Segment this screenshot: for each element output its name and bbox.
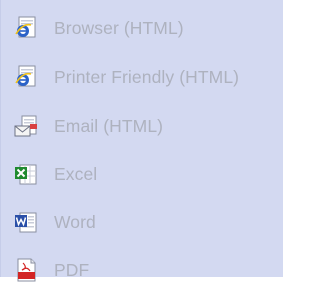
export-email-html-label: Email (HTML) (54, 115, 164, 136)
ie-printer-icon (13, 63, 39, 91)
pdf-icon (13, 256, 39, 284)
export-pdf-label: PDF (54, 259, 90, 280)
export-options-panel: Browser (HTML) Printer Friendly (HTML) E… (0, 0, 283, 282)
email-icon (13, 112, 39, 140)
export-menu: Browser (HTML) Printer Friendly (HTML) E… (13, 4, 239, 294)
word-icon (13, 208, 39, 236)
export-browser-html[interactable]: Browser (HTML) (13, 4, 239, 52)
export-printer-friendly-html-label: Printer Friendly (HTML) (54, 66, 240, 87)
export-excel-label: Excel (54, 163, 98, 184)
ie-browser-icon (13, 14, 39, 42)
export-word-label: Word (54, 211, 96, 232)
export-browser-html-label: Browser (HTML) (54, 17, 184, 38)
export-word[interactable]: Word (13, 198, 239, 246)
export-excel[interactable]: Excel (13, 150, 239, 198)
excel-icon (13, 160, 39, 188)
export-pdf[interactable]: PDF (13, 246, 239, 294)
export-email-html[interactable]: Email (HTML) (13, 102, 239, 150)
export-printer-friendly-html[interactable]: Printer Friendly (HTML) (13, 52, 239, 102)
